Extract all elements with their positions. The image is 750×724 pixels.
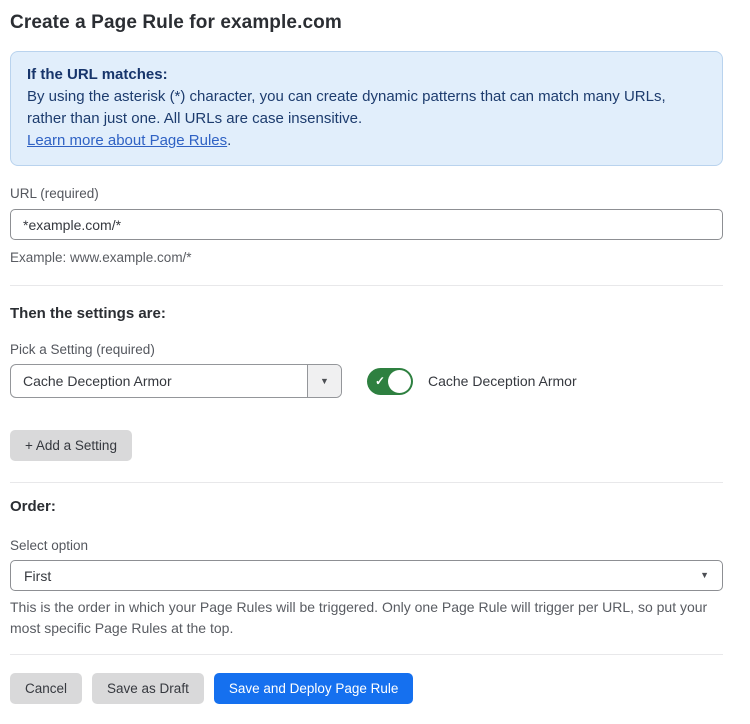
divider [10, 654, 723, 655]
toggle-knob [388, 370, 411, 393]
pick-setting-label: Pick a Setting (required) [10, 342, 723, 357]
setting-row: Cache Deception Armor ▼ ✓ Cache Deceptio… [10, 364, 723, 398]
chevron-down-icon: ▼ [700, 571, 709, 580]
setting-toggle-group: ✓ Cache Deception Armor [367, 368, 577, 395]
divider [10, 285, 723, 286]
order-select-value: First [24, 568, 700, 584]
url-example-helper: Example: www.example.com/* [10, 247, 723, 268]
setting-toggle-label: Cache Deception Armor [428, 373, 577, 389]
footer-actions: Cancel Save as Draft Save and Deploy Pag… [10, 673, 723, 704]
setting-dropdown-caret-button[interactable]: ▼ [307, 365, 341, 397]
cancel-button[interactable]: Cancel [10, 673, 82, 704]
add-setting-button[interactable]: + Add a Setting [10, 430, 132, 461]
url-input[interactable] [10, 209, 723, 240]
save-as-draft-button[interactable]: Save as Draft [92, 673, 204, 704]
page-rule-form: Create a Page Rule for example.com If th… [0, 0, 750, 724]
url-match-info-box: If the URL matches: By using the asteris… [10, 51, 723, 166]
setting-dropdown-value: Cache Deception Armor [11, 365, 307, 397]
order-section-heading: Order: [10, 498, 723, 515]
save-and-deploy-button[interactable]: Save and Deploy Page Rule [214, 673, 414, 704]
info-box-link-line: Learn more about Page Rules. [27, 130, 706, 152]
info-box-body: By using the asterisk (*) character, you… [27, 86, 706, 130]
order-select-label: Select option [10, 538, 723, 553]
url-field-label: URL (required) [10, 186, 723, 201]
check-icon: ✓ [375, 375, 385, 387]
page-title: Create a Page Rule for example.com [10, 12, 723, 34]
order-helper-text: This is the order in which your Page Rul… [10, 597, 723, 639]
order-select[interactable]: First ▼ [10, 560, 723, 591]
link-suffix: . [227, 132, 231, 149]
chevron-down-icon: ▼ [320, 377, 329, 386]
info-box-heading: If the URL matches: [27, 64, 706, 86]
settings-section-heading: Then the settings are: [10, 305, 723, 322]
learn-more-link[interactable]: Learn more about Page Rules [27, 132, 227, 149]
cache-deception-armor-toggle[interactable]: ✓ [367, 368, 413, 395]
setting-dropdown[interactable]: Cache Deception Armor ▼ [10, 364, 342, 398]
divider [10, 482, 723, 483]
